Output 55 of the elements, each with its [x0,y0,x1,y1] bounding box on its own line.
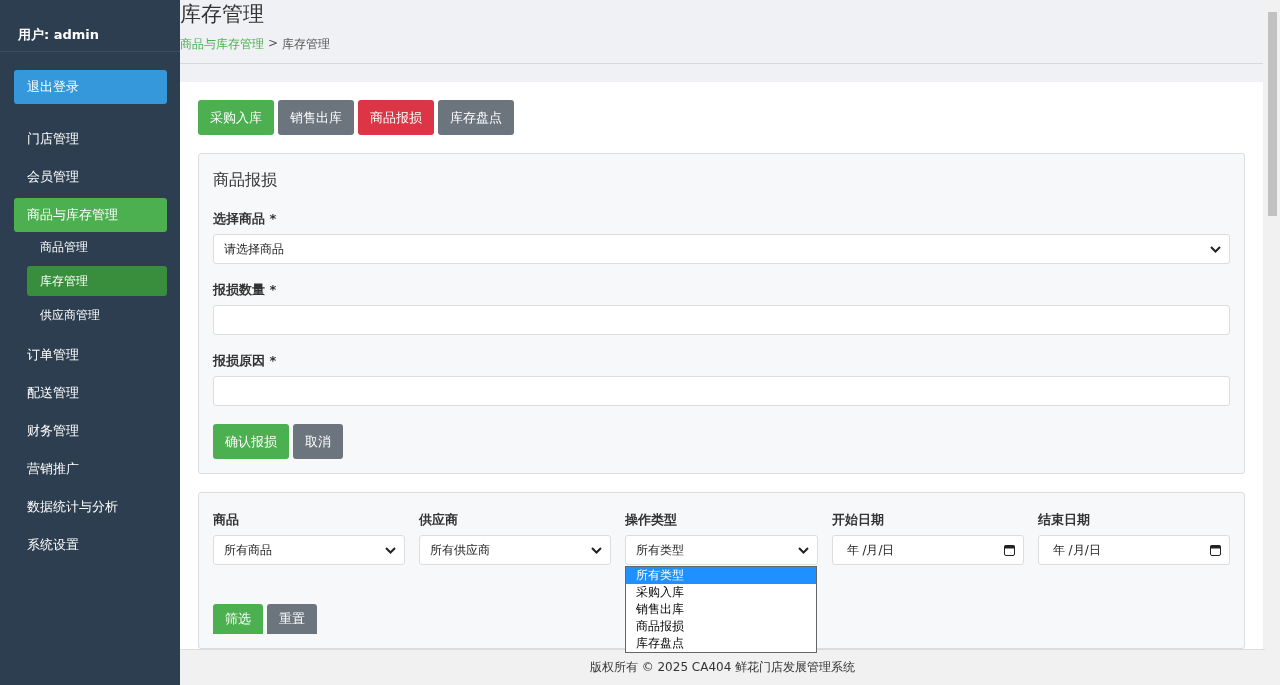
nav-item[interactable]: 订单管理 [14,338,167,372]
nav-item[interactable]: 营销推广 [14,452,167,486]
calendar-icon [1003,544,1015,556]
nav-item[interactable]: 财务管理 [14,414,167,448]
nav-subitem[interactable]: 商品管理 [27,232,167,262]
filter-label: 商品 [213,511,240,529]
chevron-icon [1210,245,1221,253]
select-value: 所有供应商 [430,541,491,559]
nav-item[interactable]: 系统设置 [14,528,167,562]
nav-item[interactable]: 门店管理 [14,122,167,156]
filter-button[interactable]: 重置 [267,604,317,634]
breadcrumb-current: 库存管理 [282,36,331,53]
select-value: 所有商品 [224,541,272,559]
date-value: 年 /月/日 [845,541,895,559]
nav-item[interactable]: 数据统计与分析 [14,490,167,524]
nav-item[interactable]: 会员管理 [14,160,167,194]
dropdown-option[interactable]: 库存盘点 [626,635,817,652]
select-field[interactable]: 请选择商品 [213,234,1230,264]
calendar-icon [1210,544,1221,556]
action-button[interactable]: 商品报损 [358,100,434,135]
field-label: 报损原因 * [213,352,278,370]
field-label: 报损数量 * [213,281,278,299]
user-label: 用户: admin [0,0,180,52]
input-field[interactable] [213,305,1230,335]
filter-label: 操作类型 [625,511,679,529]
select-value: 所有类型 [636,541,685,559]
date-field[interactable]: 年 /月/日 [831,535,1024,565]
chevron-icon [591,546,603,554]
dropdown-option[interactable]: 销售出库 [626,601,817,618]
footer-text: 版权所有 © 2025 CA404 鲜花门店发展管理系统 [180,649,1265,685]
filter-label: 供应商 [419,511,460,529]
chevron-icon [385,546,397,554]
action-button[interactable]: 销售出库 [278,100,354,135]
input-field[interactable] [213,376,1230,406]
nav-item[interactable]: 配送管理 [14,376,167,410]
chevron-icon [797,546,809,554]
breadcrumb-separator: > [268,36,279,52]
field-label: 选择商品 * [213,210,278,228]
filter-label: 结束日期 [1037,511,1091,529]
select-field[interactable]: 所有供应商 [419,535,612,565]
form-title: 商品报损 [213,170,278,191]
dropdown-option[interactable]: 采购入库 [626,584,817,601]
select-field[interactable]: 所有商品 [213,535,406,565]
scrollbar-thumb[interactable] [1268,12,1277,216]
select-field[interactable]: 所有类型 [625,535,818,565]
select-value: 请选择商品 [224,240,284,258]
nav-subitem[interactable]: 库存管理 [27,266,167,296]
page-title: 库存管理 [180,1,265,28]
filter-label: 开始日期 [831,511,885,529]
action-button[interactable]: 库存盘点 [438,100,514,135]
form-button[interactable]: 取消 [293,424,343,459]
date-field[interactable]: 年 /月/日 [1037,535,1230,565]
nav-subitem[interactable]: 供应商管理 [27,300,167,330]
date-value: 年 /月/日 [1051,541,1101,559]
dropdown-option[interactable]: 商品报损 [626,618,817,635]
